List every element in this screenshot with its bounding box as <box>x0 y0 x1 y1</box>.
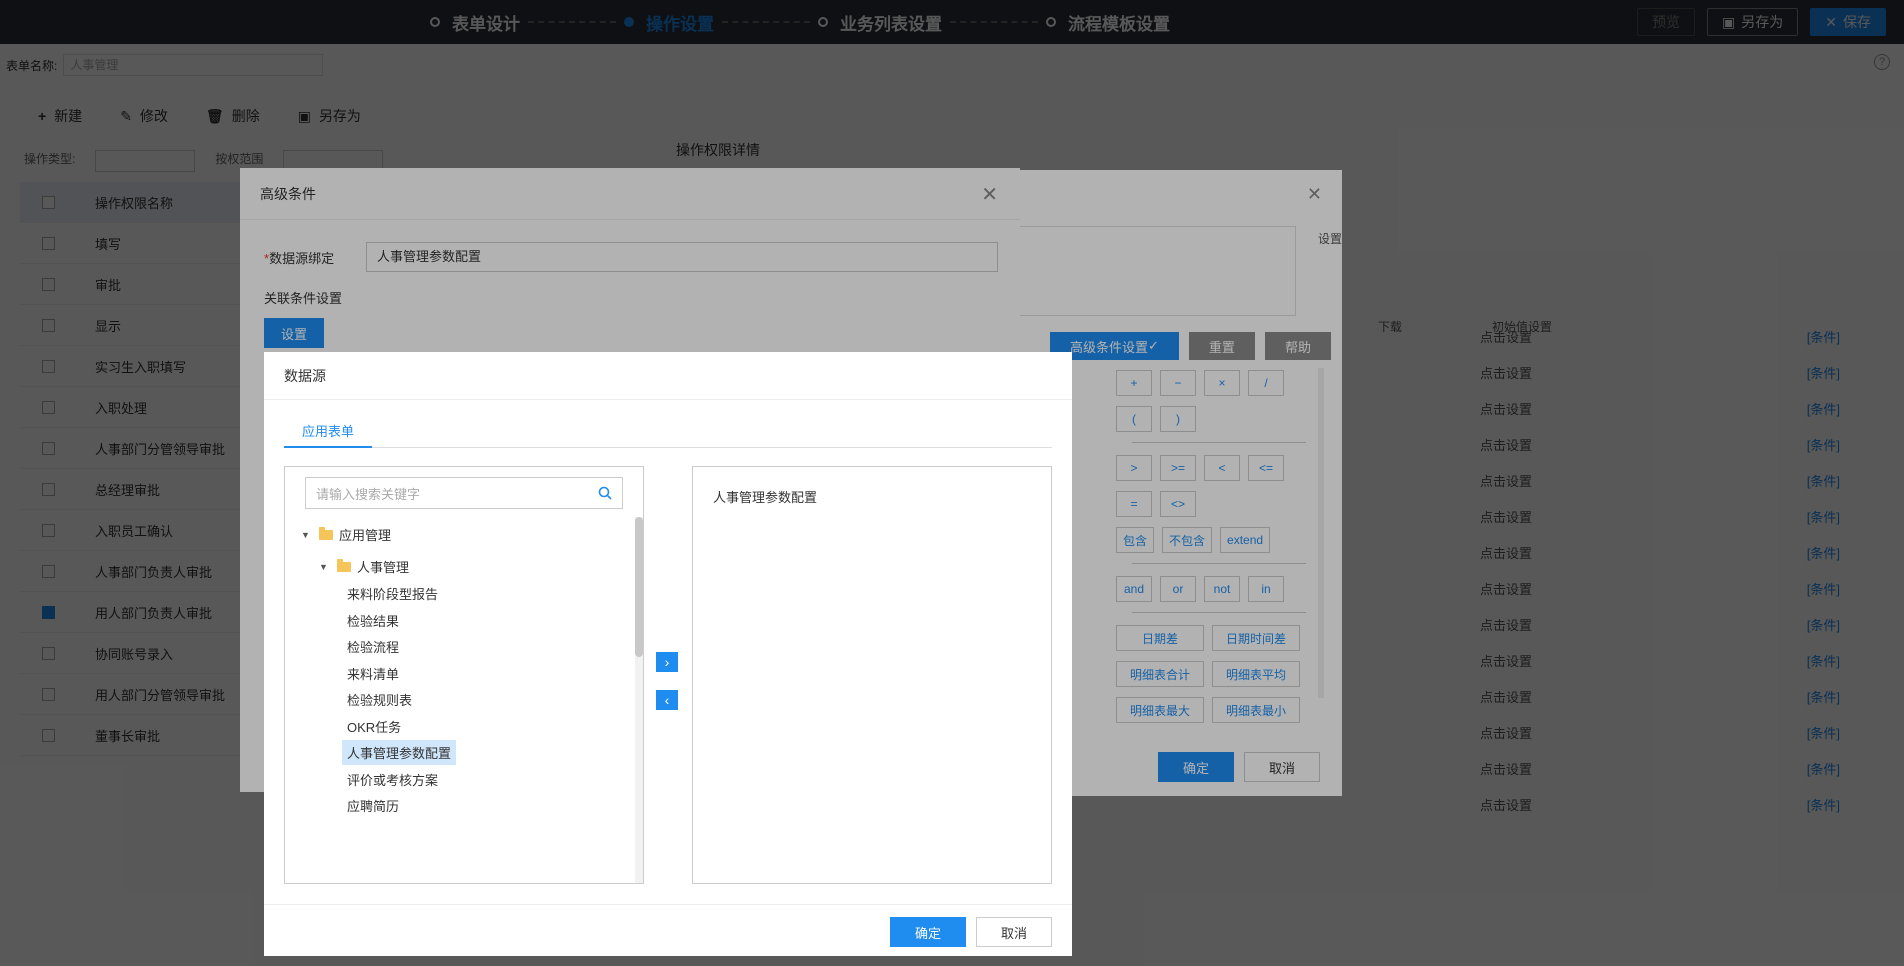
tree-leaf-item[interactable]: 人事管理参数配置 <box>342 740 457 765</box>
move-right-button[interactable]: › <box>656 652 678 672</box>
datasource-dialog: 数据源 应用表单 请输入搜索关键字 ▼ 应用管理 ▼ 人事管理 来料阶段型报告 检验结… <box>264 352 1072 956</box>
tree-node-label: 人事管理 <box>357 560 410 575</box>
source-tree-panel: 请输入搜索关键字 ▼ 应用管理 ▼ 人事管理 来料阶段型报告 检验结果检验流程来料清单… <box>284 466 644 884</box>
selected-panel: 人事管理参数配置 <box>692 466 1052 884</box>
tab-bar: 应用表单 <box>284 414 1052 448</box>
tree-leaf-item[interactable]: 评价或考核方案 <box>347 770 438 789</box>
cancel-button[interactable]: 取消 <box>976 917 1052 947</box>
tree-leaf-item[interactable]: OKR任务 <box>347 717 401 736</box>
ok-button[interactable]: 确定 <box>890 917 966 947</box>
scrollbar[interactable] <box>635 517 643 883</box>
tab-app-forms[interactable]: 应用表单 <box>284 414 372 448</box>
selected-item[interactable]: 人事管理参数配置 <box>713 487 817 506</box>
search-icon[interactable] <box>598 486 612 500</box>
scrollbar-thumb[interactable] <box>635 517 643 657</box>
folder-icon <box>319 526 333 540</box>
tree-leaf-item[interactable]: 检验流程 <box>347 637 399 656</box>
search-input[interactable]: 请输入搜索关键字 <box>305 477 623 509</box>
dialog-title: 数据源 <box>284 367 326 384</box>
move-left-button[interactable]: ‹ <box>656 690 678 710</box>
caret-down-icon[interactable]: ▼ <box>319 562 331 572</box>
tree-node-root[interactable]: ▼ 应用管理 <box>301 525 391 544</box>
search-placeholder: 请输入搜索关键字 <box>316 486 421 502</box>
dialog-footer: 确定 取消 <box>264 904 1072 956</box>
tree-leaf-item[interactable]: 应聘简历 <box>347 796 399 815</box>
tree-node-group[interactable]: ▼ 人事管理 <box>319 557 409 576</box>
tree-leaf-item[interactable]: 检验规则表 <box>347 690 412 709</box>
tree-leaf-item[interactable]: 检验结果 <box>347 611 399 630</box>
dialog-header: 数据源 <box>264 352 1072 400</box>
folder-icon <box>337 558 351 572</box>
tree-leaf-item[interactable]: 来料清单 <box>347 664 399 683</box>
caret-down-icon[interactable]: ▼ <box>301 530 313 540</box>
tree-leaf-item[interactable]: 来料阶段型报告 <box>347 584 438 603</box>
tree-node-label: 应用管理 <box>339 528 392 543</box>
